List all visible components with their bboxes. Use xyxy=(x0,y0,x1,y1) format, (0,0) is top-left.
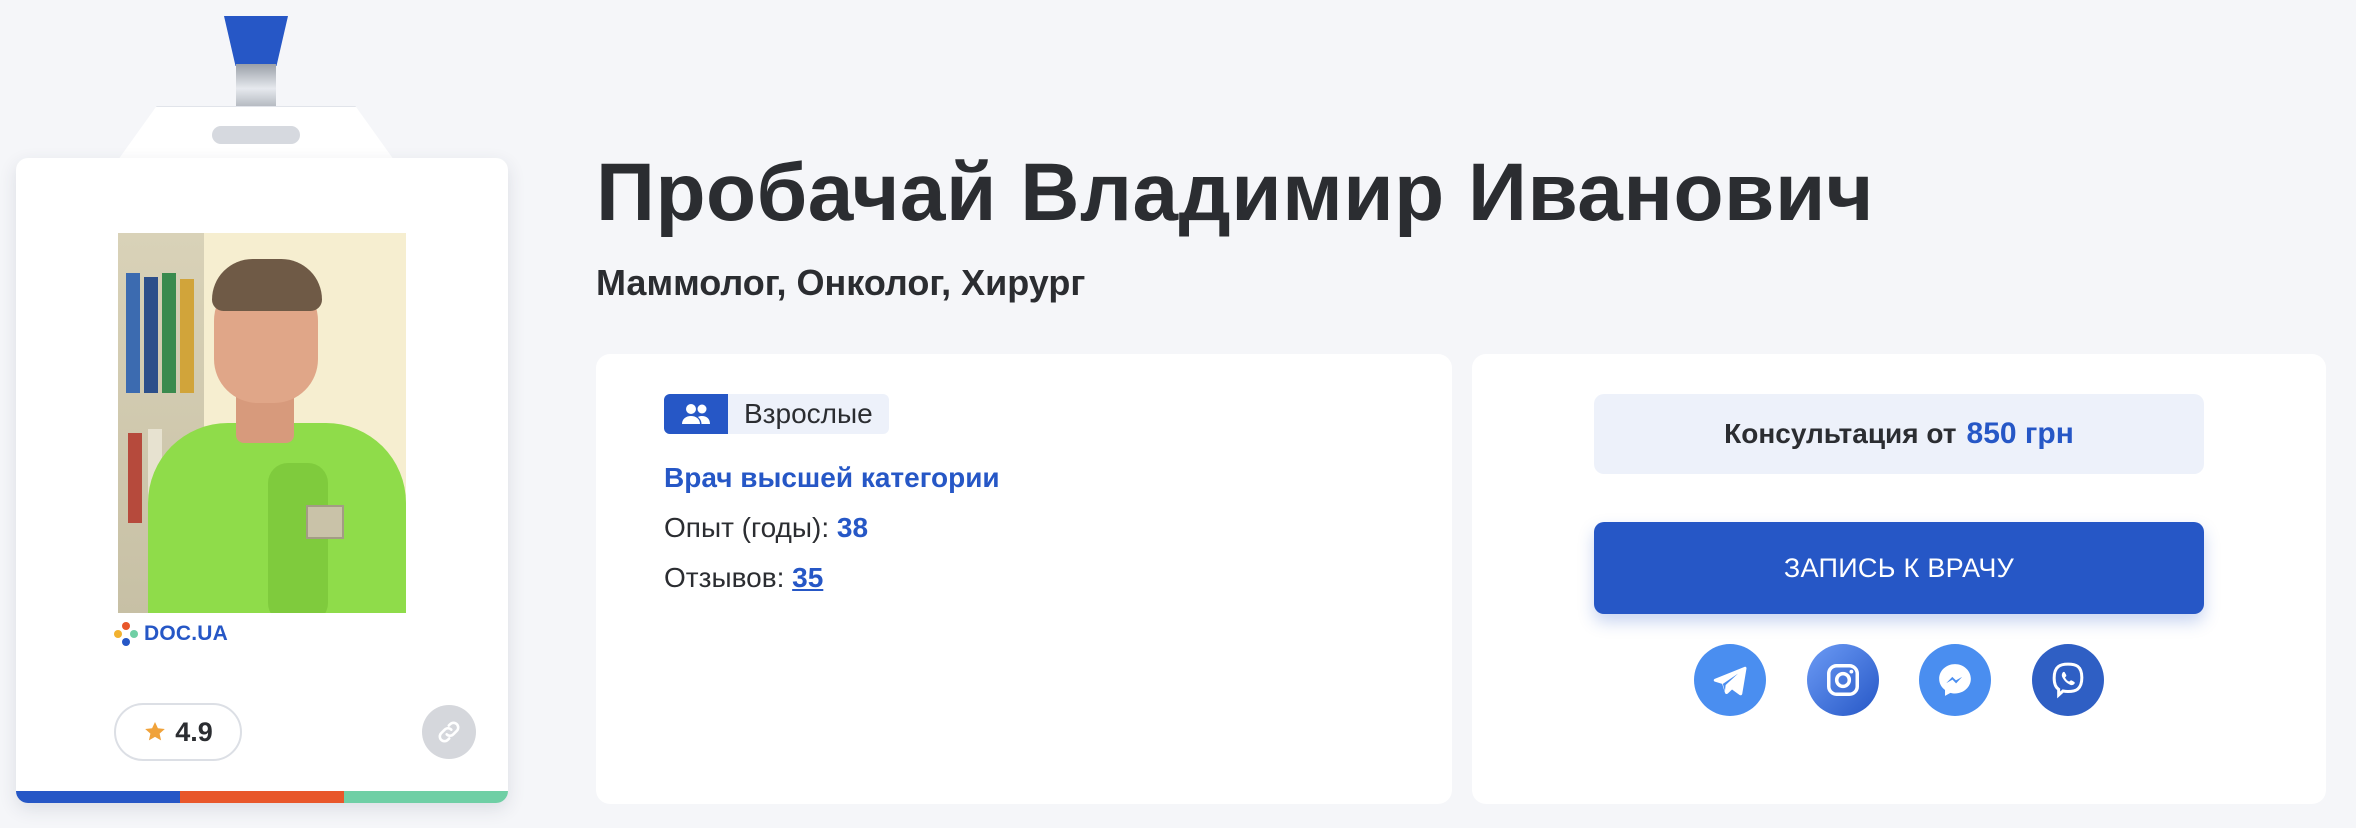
reviews-label: Отзывов: xyxy=(664,562,785,593)
doctor-photo xyxy=(118,233,406,613)
experience-label: Опыт (годы): xyxy=(664,512,830,543)
price-value: 850 грн xyxy=(1966,417,2074,450)
users-icon xyxy=(664,394,728,434)
messenger-icon xyxy=(1939,664,1972,696)
doctor-category: Врач высшей категории xyxy=(664,462,1000,493)
consultation-price: Консультация от 850 грн xyxy=(1594,394,2204,474)
price-label: Консультация от xyxy=(1724,418,1957,449)
doctor-specialties: Маммолог, Онколог, Хирург xyxy=(596,262,1086,303)
doc-ua-logo-text: DOC.UA xyxy=(144,622,229,645)
lanyard-strap xyxy=(224,16,288,66)
social-share-row xyxy=(1694,644,2104,718)
experience-value: 38 xyxy=(836,512,869,543)
booking-card: Консультация от 850 грн ЗАПИСЬ К ВРАЧУ xyxy=(1472,354,2326,804)
badge-color-strip xyxy=(16,791,508,803)
telegram-icon xyxy=(1713,666,1747,696)
doctor-info-card: Взрослые Врач высшей категории Опыт (год… xyxy=(596,354,1452,804)
doc-ua-logo[interactable]: DOC.UA xyxy=(114,622,228,646)
experience-line: Опыт (годы): 38 xyxy=(664,512,868,544)
rating-badge: 4.9 xyxy=(114,703,242,761)
doctor-profile-page: DOC.UA 4.9 Пробачай Владимир Иванович Ма… xyxy=(0,0,2356,828)
book-appointment-button[interactable]: ЗАПИСЬ К ВРАЧУ xyxy=(1594,522,2204,614)
instagram-icon xyxy=(1826,664,1859,696)
patient-group-chip: Взрослые xyxy=(664,394,889,434)
reviews-line: Отзывов: 35 xyxy=(664,562,823,594)
viber-icon xyxy=(2052,662,2084,699)
viber-button[interactable] xyxy=(2031,644,2104,716)
doctor-name: Пробачай Владимир Иванович xyxy=(596,147,1874,238)
link-icon xyxy=(438,721,460,743)
reviews-link[interactable]: 35 xyxy=(792,562,823,593)
instagram-button[interactable] xyxy=(1806,644,1879,716)
telegram-button[interactable] xyxy=(1694,644,1766,716)
messenger-button[interactable] xyxy=(1919,644,1992,716)
copy-link-button[interactable] xyxy=(422,705,476,759)
doctor-badge-card: DOC.UA 4.9 xyxy=(16,158,508,803)
star-icon xyxy=(145,722,166,741)
rating-value: 4.9 xyxy=(175,716,213,747)
badge-slot xyxy=(212,126,300,144)
patient-group-label: Взрослые xyxy=(744,398,873,429)
doc-ua-logo-icon xyxy=(114,622,138,646)
